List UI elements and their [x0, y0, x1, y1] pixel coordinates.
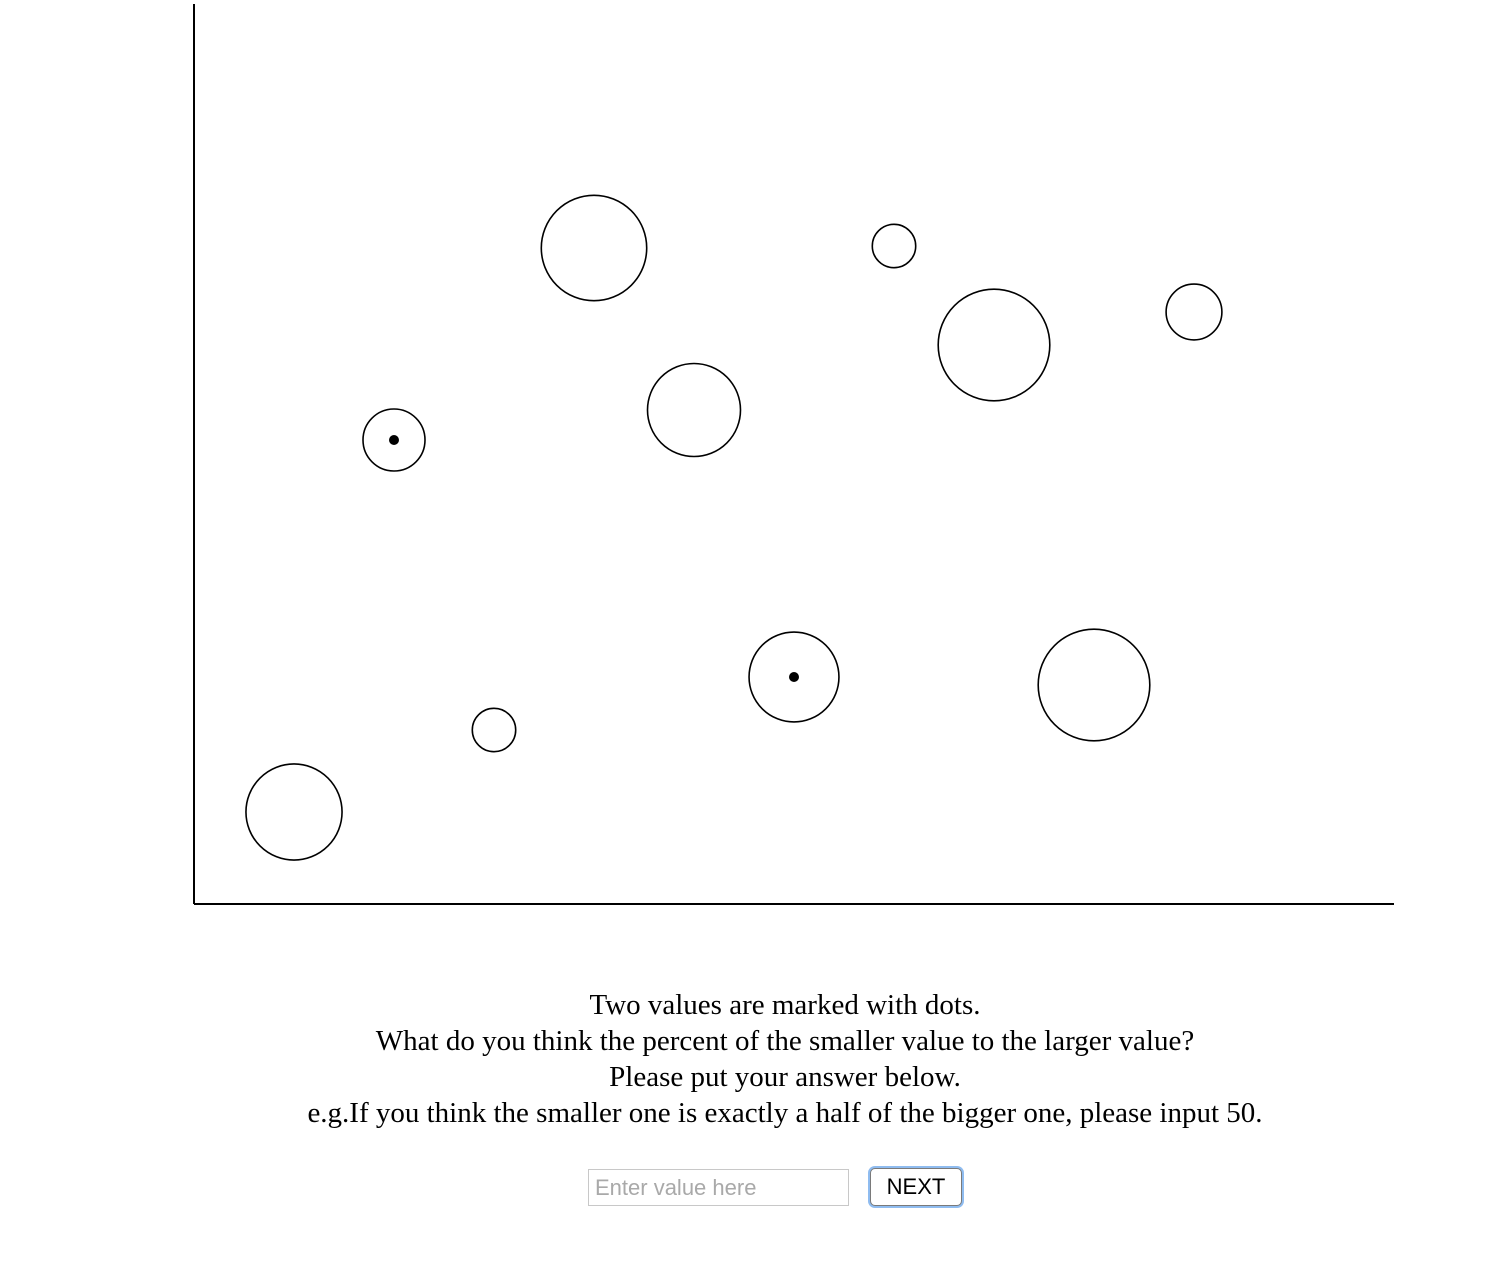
next-button[interactable]: NEXT: [870, 1168, 962, 1206]
bubble-10: [1165, 283, 1223, 341]
bubble-1: [245, 763, 343, 861]
experiment-page: Two values are marked with dots. What do…: [0, 0, 1486, 1288]
instruction-line-3: Please put your answer below.: [609, 1061, 961, 1093]
answer-row: NEXT: [588, 1168, 962, 1206]
marker-dot-6: [789, 672, 799, 682]
instruction-line-4: e.g.If you think the smaller one is exac…: [307, 1097, 1263, 1129]
answer-input[interactable]: [588, 1168, 849, 1206]
bubble-8: [937, 288, 1051, 402]
chart-marks: [245, 194, 1223, 861]
instructions: Two values are marked with dots. What do…: [0, 987, 1486, 1131]
bubble-5: [646, 362, 742, 458]
bubble-chart: [193, 4, 1394, 905]
bubble-9: [1037, 628, 1151, 742]
bubble-7: [871, 223, 917, 269]
bubble-3: [471, 707, 517, 753]
instruction-line-1: Two values are marked with dots.: [589, 989, 981, 1021]
instruction-line-2: What do you think the percent of the sma…: [375, 1025, 1195, 1057]
marker-dot-2: [389, 435, 399, 445]
bubble-4: [540, 194, 648, 302]
